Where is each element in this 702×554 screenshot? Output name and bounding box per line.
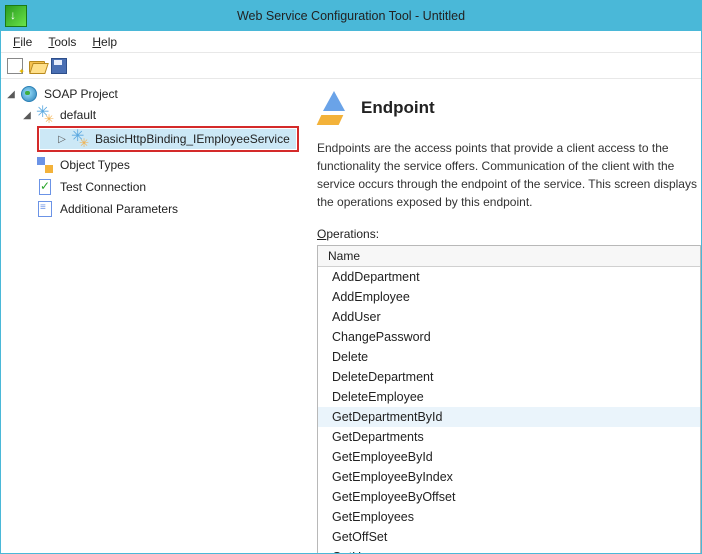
operation-row[interactable]: GetDepartmentById	[318, 407, 700, 427]
new-icon[interactable]	[7, 58, 23, 74]
tree-label: Test Connection	[57, 179, 149, 195]
toolbar	[1, 53, 701, 79]
tree-item-test-connection[interactable]: · Test Connection	[3, 177, 299, 197]
operations-label: Operations:	[317, 227, 701, 241]
operation-row[interactable]: AddUser	[318, 307, 700, 327]
app-icon	[5, 5, 27, 27]
tree-label: SOAP Project	[41, 86, 121, 102]
operations-table[interactable]: Name AddDepartmentAddEmployeeAddUserChan…	[317, 245, 701, 553]
tree-item-binding[interactable]: ▷ BasicHttpBinding_IEmployeeService	[40, 129, 296, 149]
shapes-icon	[37, 157, 53, 173]
check-document-icon	[37, 179, 53, 195]
operation-row[interactable]: GetEmployeeByIndex	[318, 467, 700, 487]
page-title: Endpoint	[361, 98, 435, 118]
collapse-icon[interactable]: ◢	[21, 110, 33, 121]
tree-item-binding-highlight: ▷ BasicHttpBinding_IEmployeeService	[37, 126, 299, 152]
project-tree: ◢ SOAP Project ◢ default	[1, 79, 301, 553]
tree-label: BasicHttpBinding_IEmployeeService	[92, 131, 293, 147]
save-icon[interactable]	[51, 58, 67, 74]
operation-row[interactable]: DeleteEmployee	[318, 387, 700, 407]
tree-item-additional-parameters[interactable]: · Additional Parameters	[3, 199, 299, 219]
column-header-name[interactable]: Name	[318, 246, 700, 267]
operation-row[interactable]: GetEmployees	[318, 507, 700, 527]
tree-label: Additional Parameters	[57, 201, 181, 217]
menu-bar: File Tools Help	[1, 31, 701, 53]
list-document-icon	[37, 201, 53, 217]
operation-row[interactable]: ChangePassword	[318, 327, 700, 347]
globe-icon	[21, 86, 37, 102]
content-panel: Endpoint Endpoints are the access points…	[301, 79, 701, 553]
operation-row[interactable]: GetUser	[318, 547, 700, 553]
title-bar: Web Service Configuration Tool - Untitle…	[1, 1, 701, 31]
gear-icon	[72, 131, 88, 147]
collapse-icon[interactable]: ◢	[5, 89, 17, 100]
menu-help[interactable]: Help	[86, 33, 123, 51]
open-icon[interactable]	[29, 58, 45, 74]
tree-item-soap-project[interactable]: ◢ SOAP Project	[3, 84, 299, 104]
menu-file[interactable]: File	[7, 33, 38, 51]
tree-item-object-types[interactable]: · Object Types	[3, 155, 299, 175]
operation-row[interactable]: AddDepartment	[318, 267, 700, 287]
operation-row[interactable]: Delete	[318, 347, 700, 367]
expand-icon[interactable]: ▷	[56, 134, 68, 145]
tree-label: Object Types	[57, 157, 133, 173]
endpoint-icon	[317, 91, 351, 125]
operation-row[interactable]: GetOffSet	[318, 527, 700, 547]
menu-tools[interactable]: Tools	[42, 33, 82, 51]
operation-row[interactable]: GetDepartments	[318, 427, 700, 447]
gear-icon	[37, 107, 53, 123]
operation-row[interactable]: GetEmployeeById	[318, 447, 700, 467]
endpoint-description: Endpoints are the access points that pro…	[317, 139, 697, 211]
window-title: Web Service Configuration Tool - Untitle…	[237, 9, 465, 23]
operation-row[interactable]: GetEmployeeByOffset	[318, 487, 700, 507]
operation-row[interactable]: DeleteDepartment	[318, 367, 700, 387]
operation-row[interactable]: AddEmployee	[318, 287, 700, 307]
tree-label: default	[57, 107, 99, 123]
tree-item-default[interactable]: ◢ default	[3, 105, 299, 125]
